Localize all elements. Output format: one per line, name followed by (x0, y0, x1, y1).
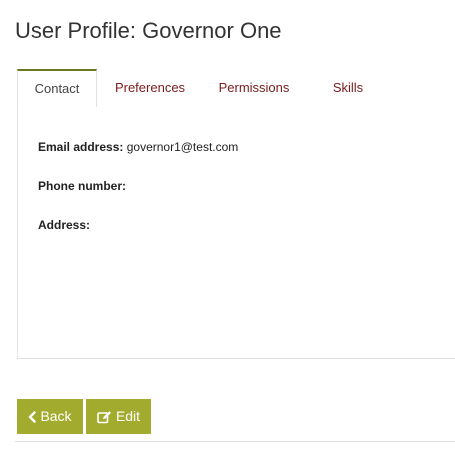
back-button-label: Back (40, 408, 72, 424)
tab-skills[interactable]: Skills (317, 69, 379, 107)
edit-button[interactable]: Edit (86, 399, 151, 434)
phone-row: Phone number: (38, 179, 126, 193)
tab-permissions[interactable]: Permissions (207, 69, 301, 107)
tab-contact[interactable]: Contact (17, 69, 97, 107)
page-title: User Profile: Governor One (15, 18, 282, 43)
email-row: Email address: governor1@test.com (38, 140, 238, 154)
contact-panel: Email address: governor1@test.com Phone … (17, 107, 455, 359)
edit-icon (97, 410, 112, 424)
address-label: Address: (38, 218, 91, 232)
back-button[interactable]: Back (17, 399, 83, 434)
address-row: Address: (38, 218, 90, 232)
user-profile-page: User Profile: Governor One Contact Prefe… (0, 0, 455, 449)
email-label: Email address: (38, 140, 124, 154)
profile-tabs: Contact Preferences Permissions Skills (17, 69, 455, 107)
divider (15, 441, 455, 442)
chevron-left-icon (28, 410, 37, 423)
tab-preferences[interactable]: Preferences (105, 69, 195, 107)
email-value: governor1@test.com (126, 140, 239, 154)
edit-button-label: Edit (115, 408, 141, 424)
phone-label: Phone number: (38, 179, 127, 193)
